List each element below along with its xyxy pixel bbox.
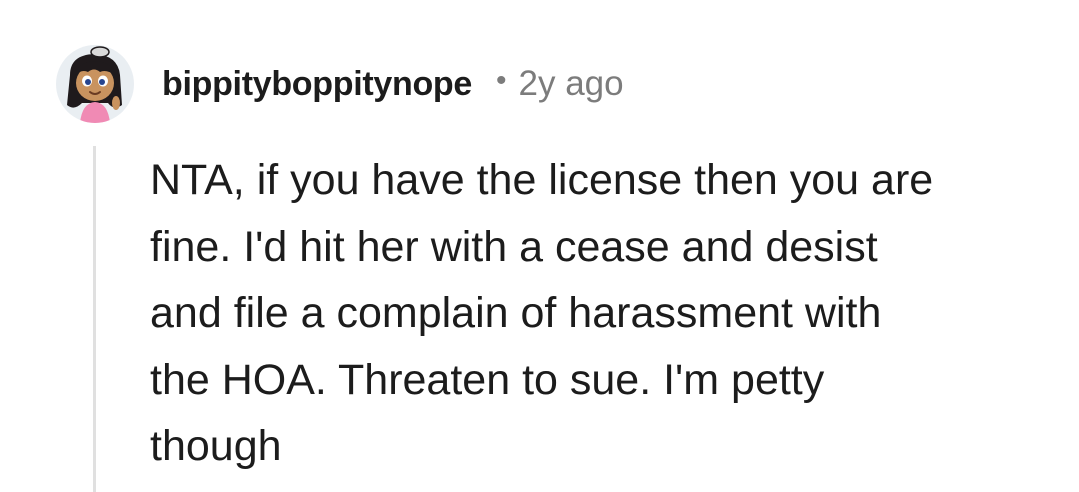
avatar[interactable] <box>56 45 134 123</box>
cartoon-girl-avatar-icon <box>67 46 122 123</box>
thread-line[interactable] <box>93 146 96 492</box>
timestamp[interactable]: 2y ago <box>519 64 624 104</box>
meta-separator: • <box>496 64 507 97</box>
username[interactable]: bippityboppitynope <box>162 65 472 104</box>
comment-body: NTA, if you have the license then you ar… <box>150 156 934 470</box>
comment: bippityboppitynope • 2y ago NTA, if you … <box>0 0 1079 492</box>
comment-header: bippityboppitynope • 2y ago <box>56 42 624 126</box>
